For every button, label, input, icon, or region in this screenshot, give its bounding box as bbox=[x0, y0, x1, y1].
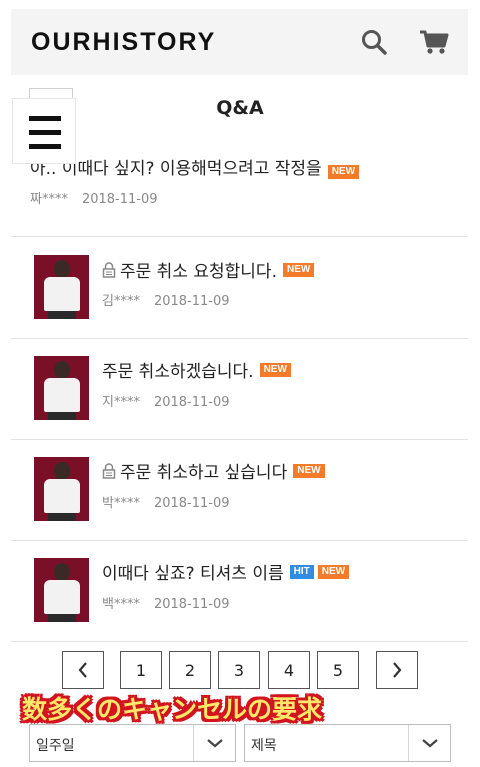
post-date: 2018-11-09 bbox=[153, 597, 230, 612]
chevron-down-icon bbox=[206, 739, 223, 748]
overlay-caption: 数多くのキャンセルの要求 bbox=[22, 695, 323, 724]
lock-icon bbox=[102, 261, 116, 278]
post-author: 박**** bbox=[102, 496, 140, 511]
post-title-text: 주문 취소하겠습니다. bbox=[102, 362, 254, 382]
page-button-5[interactable]: 5 bbox=[317, 651, 359, 689]
post-author: 지**** bbox=[102, 395, 140, 410]
post-title-text: 주문 취소하고 싶습니다 bbox=[120, 463, 288, 483]
post-title-text: 주문 취소 요청합니다. bbox=[120, 262, 277, 282]
post-meta: 박**** 2018-11-09 bbox=[102, 492, 230, 511]
product-thumbnail[interactable] bbox=[34, 558, 89, 622]
post-meta: 백**** 2018-11-09 bbox=[102, 593, 230, 612]
chevron-right-icon bbox=[393, 662, 402, 678]
menu-button[interactable] bbox=[12, 98, 76, 164]
hamburger-bar bbox=[29, 130, 61, 135]
post-title[interactable]: 아.. 이때다 싶지? 이용해먹으려고 작정을 NEW bbox=[30, 154, 360, 179]
new-badge: NEW bbox=[282, 262, 315, 277]
row-divider bbox=[11, 338, 468, 339]
new-badge: NEW bbox=[317, 564, 350, 579]
field-select[interactable]: 제목 bbox=[244, 724, 451, 762]
page-button-3[interactable]: 3 bbox=[218, 651, 260, 689]
page-button-1[interactable]: 1 bbox=[120, 651, 162, 689]
period-select[interactable]: 일주일 bbox=[29, 724, 236, 762]
hamburger-bar bbox=[29, 116, 61, 121]
prev-page-button[interactable] bbox=[62, 651, 104, 689]
hit-badge: HIT bbox=[289, 564, 314, 579]
product-thumbnail[interactable] bbox=[34, 255, 89, 319]
cart-icon[interactable] bbox=[419, 29, 449, 55]
post-title[interactable]: 주문 취소하겠습니다. NEW bbox=[102, 357, 291, 382]
site-header: OURHISTORY bbox=[11, 9, 468, 75]
lock-icon bbox=[102, 462, 116, 479]
chevron-down-icon bbox=[421, 739, 438, 748]
post-meta: 김**** 2018-11-09 bbox=[102, 290, 230, 309]
post-date: 2018-11-09 bbox=[153, 294, 230, 309]
post-author: 백**** bbox=[102, 597, 140, 612]
post-meta: 짜**** 2018-11-09 bbox=[30, 188, 158, 207]
post-title[interactable]: 주문 취소하고 싶습니다 NEW bbox=[102, 458, 325, 483]
post-author: 짜**** bbox=[30, 192, 68, 207]
row-divider bbox=[11, 540, 468, 541]
row-divider bbox=[11, 236, 468, 237]
post-title-text: 이때다 싶죠? 티셔츠 이름 bbox=[102, 564, 284, 584]
page-button-4[interactable]: 4 bbox=[268, 651, 310, 689]
new-badge: NEW bbox=[259, 362, 291, 377]
post-date: 2018-11-09 bbox=[153, 395, 230, 410]
page-button-2[interactable]: 2 bbox=[169, 651, 211, 689]
next-page-button[interactable] bbox=[376, 651, 418, 689]
row-divider bbox=[11, 641, 468, 642]
site-logo[interactable]: OURHISTORY bbox=[31, 28, 216, 57]
post-title[interactable]: 이때다 싶죠? 티셔츠 이름 HIT NEW bbox=[102, 559, 350, 584]
hamburger-bar bbox=[29, 144, 61, 149]
new-badge: NEW bbox=[293, 463, 325, 478]
post-date: 2018-11-09 bbox=[153, 496, 230, 511]
field-select-value: 제목 bbox=[251, 738, 277, 754]
period-dropdown-button[interactable] bbox=[193, 725, 235, 761]
new-badge: NEW bbox=[327, 165, 360, 179]
product-thumbnail[interactable] bbox=[34, 356, 89, 420]
row-divider bbox=[11, 439, 468, 440]
post-title[interactable]: 주문 취소 요청합니다. NEW bbox=[102, 257, 315, 282]
post-meta: 지**** 2018-11-09 bbox=[102, 391, 230, 410]
search-icon[interactable] bbox=[361, 29, 387, 55]
chevron-left-icon bbox=[78, 662, 87, 678]
period-select-value: 일주일 bbox=[36, 738, 75, 754]
post-author: 김**** bbox=[102, 294, 140, 309]
product-thumbnail[interactable] bbox=[34, 457, 89, 521]
field-dropdown-button[interactable] bbox=[408, 725, 450, 761]
post-date: 2018-11-09 bbox=[81, 192, 158, 207]
